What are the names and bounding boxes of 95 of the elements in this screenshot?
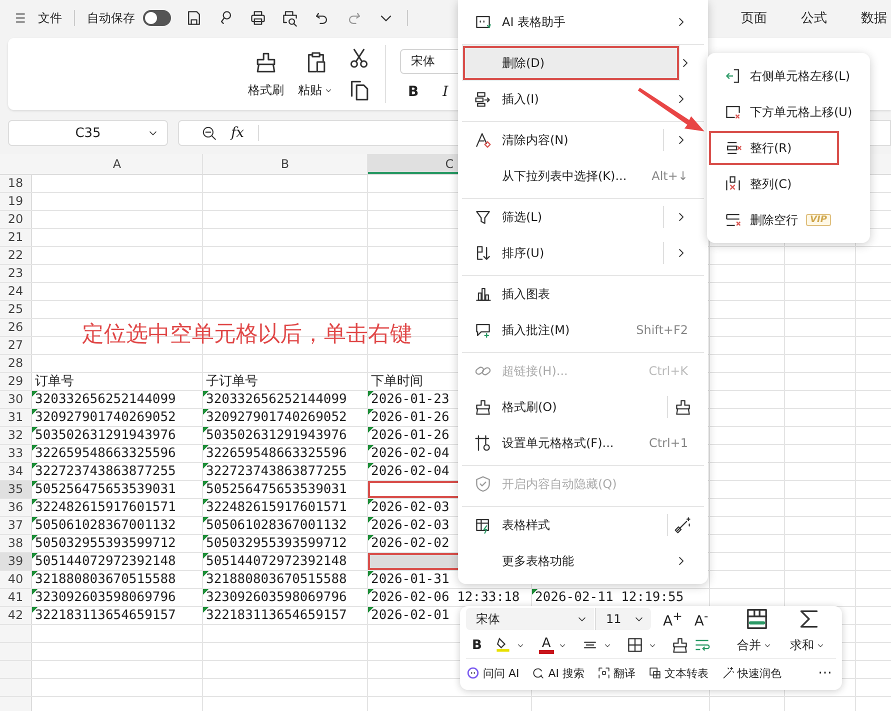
- row-number[interactable]: 27: [0, 337, 32, 354]
- increase-font-button[interactable]: A$^{+}$: [663, 608, 682, 630]
- row-number[interactable]: 21: [0, 229, 32, 246]
- table-cell: 503502631291943976: [32, 427, 203, 444]
- table-cell: 505256475653539031: [203, 481, 368, 498]
- table-cell: 2026-02-11 12:19:55: [532, 589, 710, 606]
- row-number[interactable]: 29: [0, 373, 32, 390]
- decrease-font-button[interactable]: A$^{-}$: [694, 608, 708, 630]
- table-cell: 子订单号: [203, 373, 368, 390]
- menu-item[interactable]: 右侧单元格左移(L): [708, 58, 869, 94]
- menu-item[interactable]: 插入批注(M) Shift+F2: [462, 312, 704, 353]
- table-cell: 320927901740269052: [32, 409, 203, 426]
- row-number[interactable]: 42: [0, 607, 32, 624]
- file-menu[interactable]: 文件: [38, 10, 62, 26]
- table-cell: 订单号: [32, 373, 203, 390]
- menu-item[interactable]: 从下拉列表中选择(K)... Alt+↓: [462, 158, 704, 199]
- row-number[interactable]: 24: [0, 283, 32, 300]
- font-color-button[interactable]: A: [538, 636, 554, 654]
- menu-item[interactable]: 筛选(L): [462, 199, 704, 235]
- font-select[interactable]: 宋体: [466, 608, 594, 630]
- table-cell: 322482615917601571: [203, 499, 368, 516]
- format-painter-button[interactable]: 格式刷: [248, 82, 284, 98]
- toolbar-action[interactable]: 问问 AI: [483, 666, 520, 680]
- table-cell: 505144072972392148: [32, 553, 203, 570]
- row-number[interactable]: 23: [0, 265, 32, 282]
- menu-item[interactable]: 删除空行 VIP: [708, 202, 869, 238]
- table-cell: 322659548663325596: [203, 445, 368, 462]
- row-number[interactable]: 38: [0, 535, 32, 552]
- row-number[interactable]: 40: [0, 571, 32, 588]
- ribbon-tab[interactable]: 页面: [741, 7, 767, 29]
- menu-item[interactable]: 整行(R): [708, 130, 840, 166]
- table-cell: 320332656252144099: [32, 391, 203, 408]
- menu-item[interactable]: 整列(C): [708, 166, 869, 202]
- table-cell: 322183113654659157: [32, 607, 203, 624]
- row-number[interactable]: 36: [0, 499, 32, 516]
- row-number[interactable]: 30: [0, 391, 32, 408]
- function-button[interactable]: fx: [231, 125, 244, 141]
- row-number[interactable]: 41: [0, 589, 32, 606]
- table-cell: 320332656252144099: [203, 391, 368, 408]
- table-cell: 505032955393599712: [32, 535, 203, 552]
- table-cell: 321880803670515588: [32, 571, 203, 588]
- table-cell: 322183113654659157: [203, 607, 368, 624]
- table-cell: 505061028367001132: [203, 517, 368, 534]
- row-number[interactable]: 26: [0, 319, 32, 336]
- toolbar-action[interactable]: 快速润色: [738, 666, 782, 680]
- more-button[interactable]: ⋯: [818, 665, 832, 681]
- toolbar-action[interactable]: AI 搜索: [548, 666, 585, 680]
- column-header[interactable]: A: [32, 154, 203, 174]
- table-cell: 505256475653539031: [32, 481, 203, 498]
- table-cell: 322723743863877255: [32, 463, 203, 480]
- row-number[interactable]: 34: [0, 463, 32, 480]
- row-number[interactable]: 39: [0, 553, 32, 570]
- table-cell: 320927901740269052: [203, 409, 368, 426]
- table-cell: 322659548663325596: [32, 445, 203, 462]
- vip-badge: VIP: [806, 214, 831, 226]
- merge-button[interactable]: 合并: [736, 636, 772, 654]
- row-number[interactable]: 25: [0, 301, 32, 318]
- row-number[interactable]: 37: [0, 517, 32, 534]
- table-cell: 505144072972392148: [203, 553, 368, 570]
- menu-item[interactable]: 下方单元格上移(U): [708, 94, 869, 130]
- sum-button[interactable]: 求和: [790, 636, 825, 654]
- table-cell: 321880803670515588: [203, 571, 368, 588]
- menu-item[interactable]: 设置单元格格式(F)... Ctrl+1: [462, 425, 704, 466]
- table-cell: 323092603598069796: [203, 589, 368, 606]
- menu-item[interactable]: 插入图表: [462, 276, 704, 312]
- table-cell: 505032955393599712: [203, 535, 368, 552]
- row-number[interactable]: 22: [0, 247, 32, 264]
- row-number[interactable]: 28: [0, 355, 32, 372]
- row-number[interactable]: 31: [0, 409, 32, 426]
- bold-button[interactable]: B: [408, 84, 419, 100]
- menu-item[interactable]: 插入(I): [462, 81, 704, 122]
- table-cell: 322482615917601571: [32, 499, 203, 516]
- size-select[interactable]: 11: [595, 608, 651, 630]
- table-cell: 2026-02-06 12:33:18: [368, 589, 532, 606]
- table-cell: 323092603598069796: [32, 589, 203, 606]
- annotation-text: 定位选中空单元格以后，单击右键: [82, 321, 412, 349]
- row-number[interactable]: 20: [0, 211, 32, 228]
- toolbar-action[interactable]: 文本转表: [664, 666, 709, 680]
- table-cell: 503502631291943976: [203, 427, 368, 444]
- row-number[interactable]: 33: [0, 445, 32, 462]
- menu-item[interactable]: 排序(U): [462, 235, 704, 276]
- bold-button[interactable]: B: [472, 638, 482, 652]
- autosave-label: 自动保存: [87, 10, 135, 26]
- row-number[interactable]: 19: [0, 193, 32, 210]
- name-box[interactable]: C35: [8, 120, 168, 146]
- ribbon-tab[interactable]: 数据: [861, 7, 887, 29]
- table-cell: 505061028367001132: [32, 517, 203, 534]
- italic-button[interactable]: I: [442, 84, 448, 100]
- row-number[interactable]: 18: [0, 175, 32, 192]
- paste-button[interactable]: 粘贴: [298, 82, 333, 98]
- row-number[interactable]: 35: [0, 481, 32, 498]
- table-cell: 322723743863877255: [203, 463, 368, 480]
- row-number[interactable]: 32: [0, 427, 32, 444]
- ribbon-tab[interactable]: 公式: [801, 7, 827, 29]
- toolbar-action[interactable]: 翻译: [614, 666, 636, 680]
